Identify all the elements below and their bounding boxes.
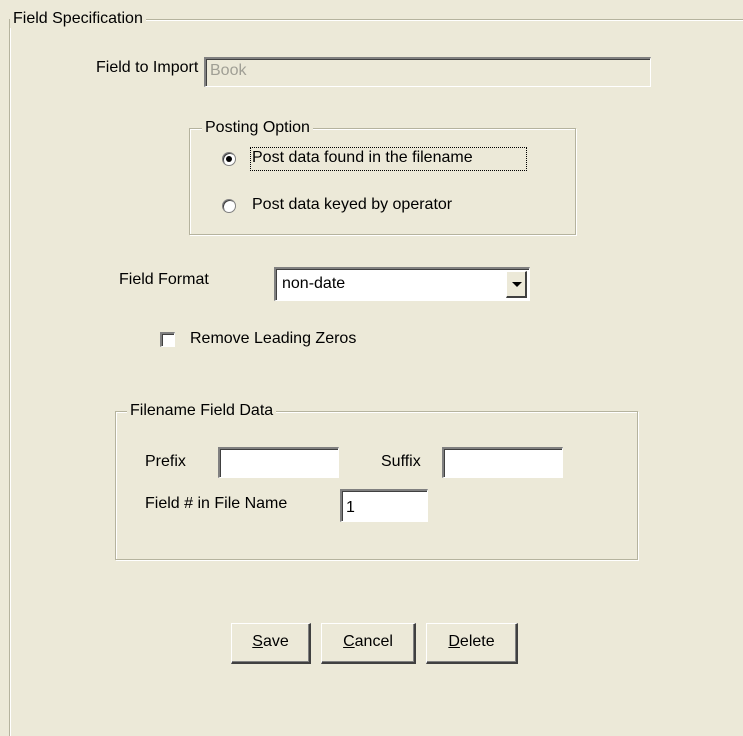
cancel-button[interactable]: Cancel xyxy=(321,623,416,664)
field-number-label: Field # in File Name xyxy=(145,495,288,512)
radio-selected-dot xyxy=(226,156,232,162)
delete-button[interactable]: Delete xyxy=(426,623,518,664)
posting-option-group xyxy=(189,128,576,235)
field-to-import-label: Field to Import xyxy=(96,59,199,76)
field-format-label: Field Format xyxy=(119,271,209,288)
chevron-down-icon xyxy=(512,282,522,287)
delete-button-accel: D xyxy=(448,633,460,650)
delete-button-label: elete xyxy=(459,633,495,650)
field-number-input[interactable]: 1 xyxy=(340,489,428,522)
field-to-import-input[interactable]: Book xyxy=(204,57,651,87)
suffix-label: Suffix xyxy=(381,453,421,470)
field-format-value: non-date xyxy=(282,275,346,292)
field-format-select[interactable]: non-date xyxy=(274,267,530,301)
posting-option-caption: Posting Option xyxy=(202,119,313,137)
cancel-button-label: ancel xyxy=(354,633,393,650)
prefix-input[interactable] xyxy=(218,447,339,478)
dropdown-button[interactable] xyxy=(506,271,527,298)
filename-field-data-caption: Filename Field Data xyxy=(127,402,277,420)
post-filename-radio[interactable] xyxy=(222,152,236,166)
save-button-accel: S xyxy=(252,633,263,650)
save-button[interactable]: Save xyxy=(231,623,311,664)
cancel-button-accel: C xyxy=(343,633,355,650)
field-specification-caption: Field Specification xyxy=(10,10,146,28)
remove-leading-zeros-label[interactable]: Remove Leading Zeros xyxy=(190,330,356,348)
field-specification-panel: Field Specification Field to Import Book… xyxy=(0,0,743,736)
remove-leading-zeros-checkbox[interactable] xyxy=(160,332,175,347)
filename-field-data-group xyxy=(115,411,638,560)
post-keyed-radio[interactable] xyxy=(222,199,236,213)
post-keyed-radio-label[interactable]: Post data keyed by operator xyxy=(252,196,452,214)
prefix-label: Prefix xyxy=(145,453,186,470)
focus-rectangle xyxy=(250,147,527,171)
suffix-input[interactable] xyxy=(442,447,563,478)
save-button-label: ave xyxy=(262,633,289,650)
